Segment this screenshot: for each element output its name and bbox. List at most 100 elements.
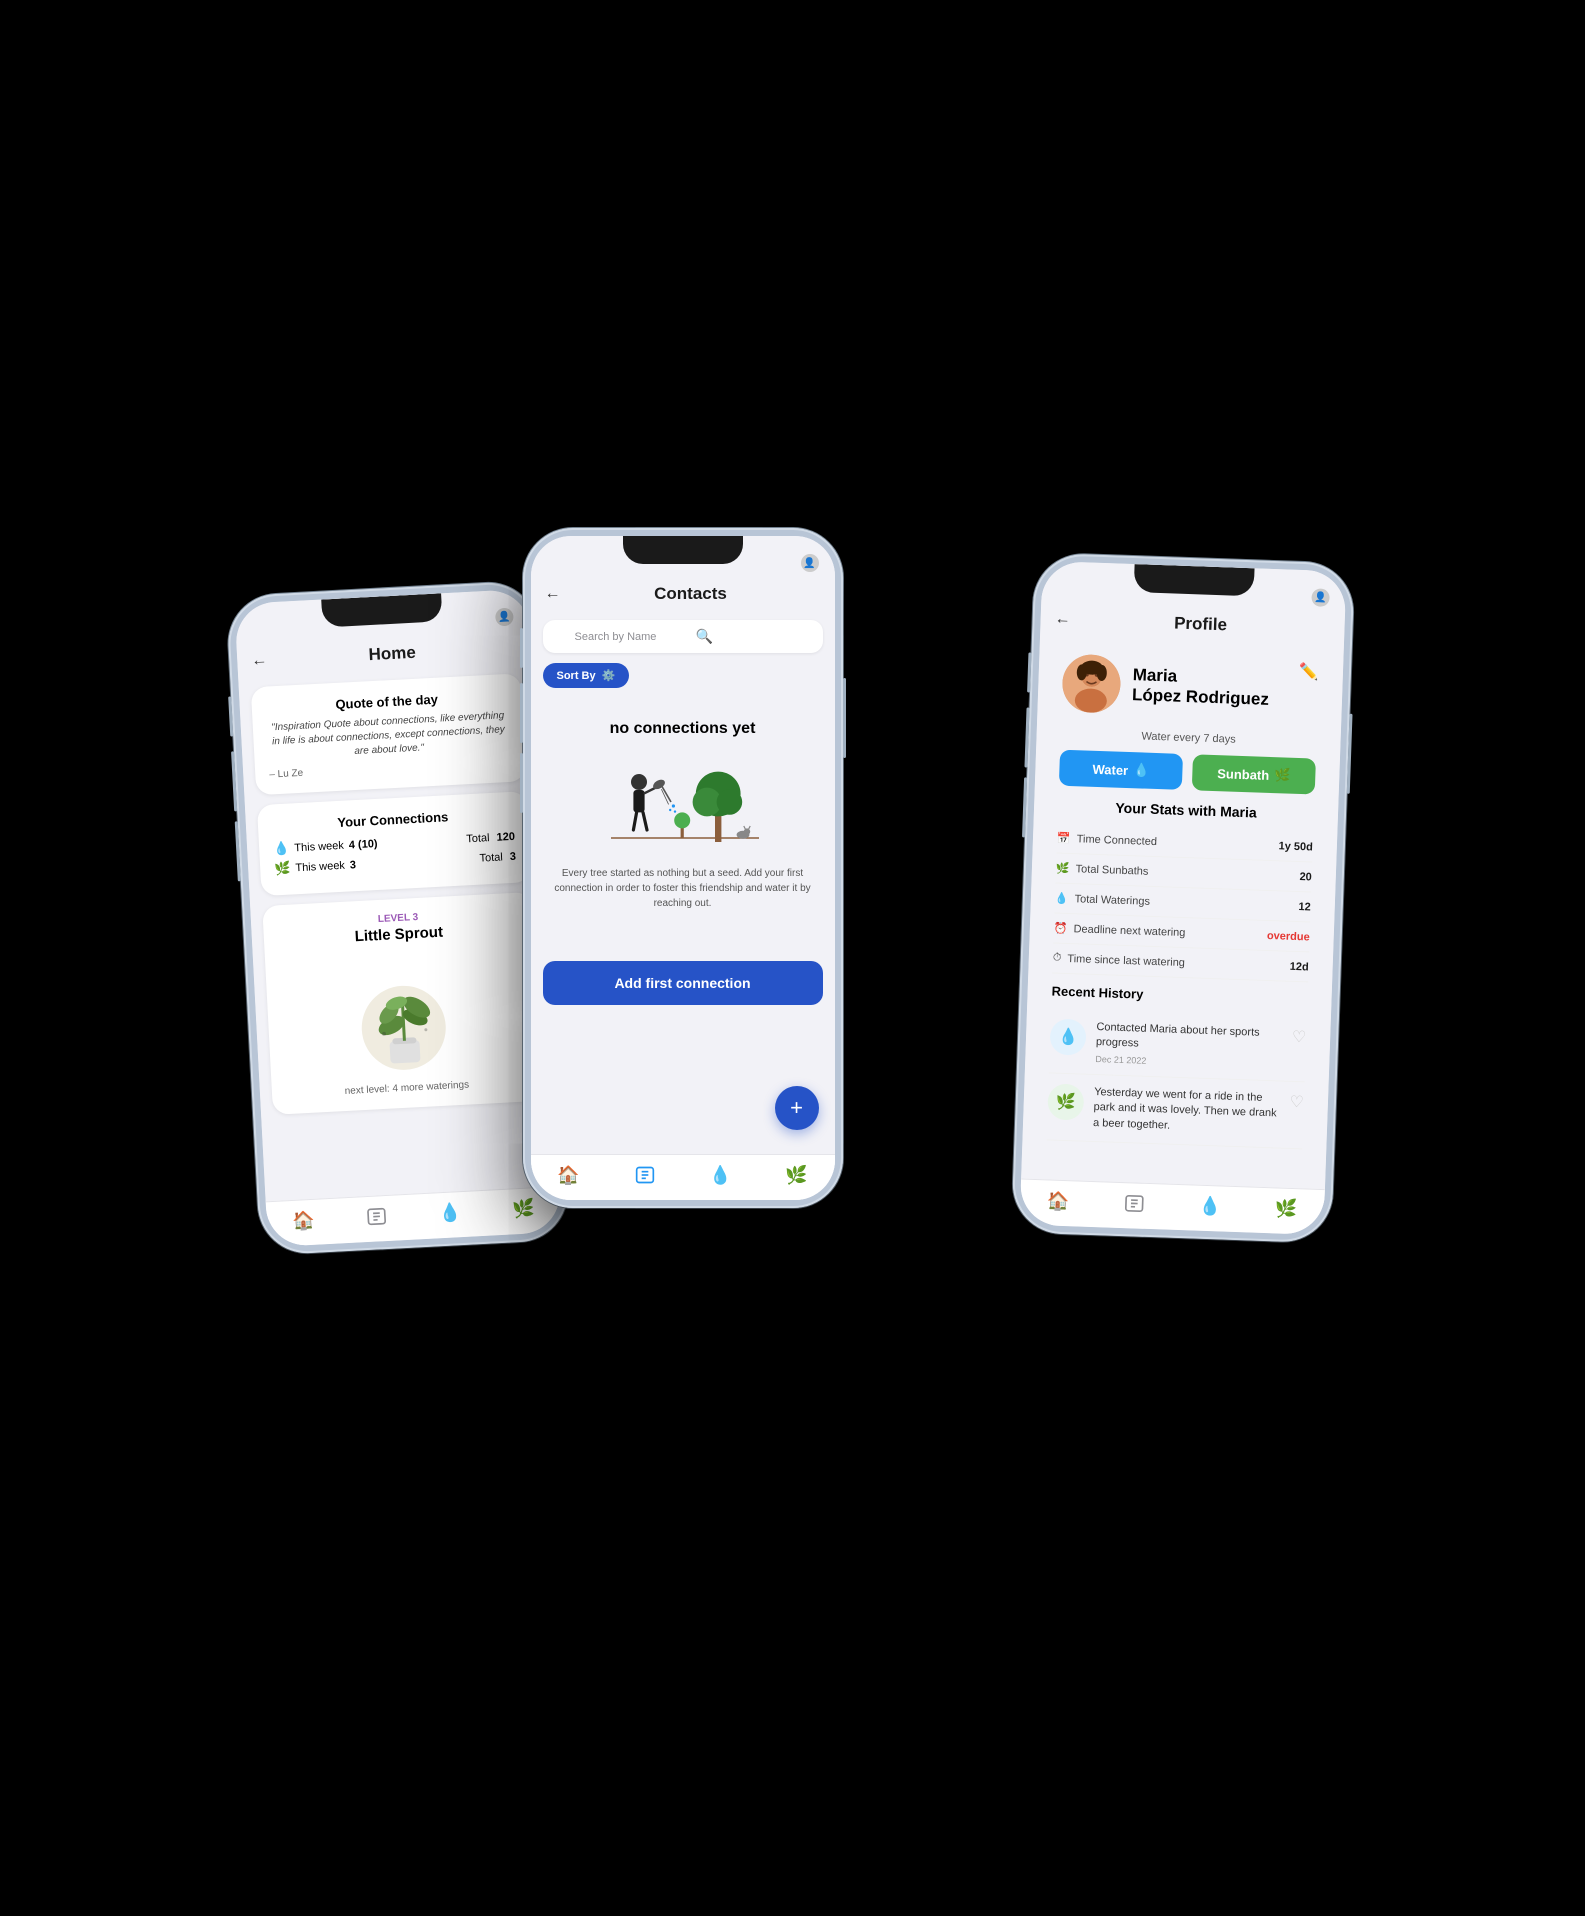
sort-label: Sort By — [557, 670, 596, 682]
history-item-1-heart[interactable]: ♡ — [1291, 1027, 1306, 1047]
contacts-content: Search by Name 🔍 Sort By ⚙️ no connectio… — [531, 612, 835, 1154]
tab-home[interactable]: 🏠 — [266, 1206, 341, 1235]
notch-2 — [623, 536, 743, 564]
connections-heading: Your Connections — [271, 806, 513, 834]
history-item-2-content: Yesterday we went for a ride in the park… — [1092, 1085, 1279, 1138]
empty-text: Every tree started as nothing but a seed… — [553, 866, 813, 911]
water-total: Total 120 — [465, 831, 514, 846]
phone-profile: 👤 ← Profile — [1011, 553, 1355, 1244]
quote-card: Quote of the day "Inspiration Quote abou… — [250, 673, 525, 795]
profile-screen: 👤 ← Profile — [1019, 561, 1346, 1235]
stat-sunbaths-value: 20 — [1299, 871, 1312, 883]
water-btn-icon: 💧 — [1132, 762, 1149, 779]
fab-button[interactable]: + — [775, 1086, 819, 1130]
contacts-title: Contacts — [561, 584, 821, 604]
profile-back-button[interactable]: ← — [1054, 610, 1071, 629]
sunbath-stat-icon: 🌿 — [1055, 862, 1069, 875]
stat-deadline-value: overdue — [1266, 929, 1309, 942]
water-value: 4 (10) — [348, 838, 377, 851]
search-placeholder: Search by Name — [575, 631, 690, 643]
history-water-icon: 💧 — [1049, 1018, 1086, 1055]
edit-icon[interactable]: ✏️ — [1298, 662, 1319, 683]
sunbath-btn-label: Sunbath — [1217, 766, 1269, 783]
history-item-2-text: Yesterday we went for a ride in the park… — [1092, 1085, 1279, 1138]
level-card: Level 3 Little Sprout — [262, 892, 543, 1115]
stat-last-water-value: 12d — [1289, 960, 1308, 973]
avatar — [1061, 654, 1121, 714]
water-icon: 💧 — [272, 841, 289, 858]
timer-icon: ⏱ — [1052, 951, 1061, 964]
profile-name-line2: López Rodriguez — [1131, 685, 1269, 710]
connections-card: Your Connections 💧 This week 4 (10) Tota… — [256, 791, 530, 896]
stat-deadline-label: Deadline next watering — [1073, 923, 1185, 939]
stat-time-label: Time Connected — [1076, 833, 1157, 848]
tab-sun-2[interactable]: 🌿 — [759, 1163, 835, 1188]
profile-icon[interactable]: 👤 — [494, 608, 513, 627]
back-button[interactable]: ← — [250, 651, 267, 670]
history-sun-icon: 🌿 — [1047, 1083, 1084, 1120]
history-item-2-heart[interactable]: ♡ — [1289, 1092, 1304, 1112]
profile-name-container: Maria López Rodriguez — [1131, 665, 1269, 710]
profile-header: Maria López Rodriguez ✏️ — [1049, 645, 1332, 733]
contacts-tab-bar: 🏠 💧 🌿 — [531, 1154, 835, 1200]
quote-text: "Inspiration Quote about connections, li… — [266, 709, 510, 764]
water-label: This week — [294, 840, 344, 855]
profile-content: Maria López Rodriguez ✏️ Water every 7 d… — [1021, 637, 1344, 1189]
profile-title: Profile — [1070, 610, 1331, 639]
menu-icon[interactable] — [555, 635, 569, 639]
sun-icon: 🌿 — [273, 861, 290, 878]
notch-3 — [1133, 564, 1254, 596]
profile-tab-bar: 🏠 💧 🌿 — [1019, 1179, 1324, 1236]
history-item-1-text: Contacted Maria about her sports progres… — [1095, 1020, 1282, 1057]
search-icon[interactable]: 🔍 — [696, 628, 811, 645]
tab-contacts[interactable] — [339, 1203, 414, 1232]
sun-label: This week — [295, 860, 345, 875]
profile-user-icon[interactable]: 👤 — [1311, 588, 1330, 607]
tab-home-3[interactable]: 🏠 — [1019, 1188, 1096, 1216]
empty-state: no connections yet — [543, 700, 823, 951]
stat-waterings-value: 12 — [1298, 901, 1311, 913]
add-connection-button[interactable]: Add first connection — [543, 961, 823, 1005]
search-bar: Search by Name 🔍 — [543, 620, 823, 653]
stats-section: Your Stats with Maria 📅 Time Connected 1… — [1040, 797, 1326, 983]
clock-icon: ⏰ — [1053, 922, 1067, 935]
contacts-profile-icon[interactable]: 👤 — [801, 554, 819, 572]
tab-water[interactable]: 💧 — [412, 1199, 487, 1228]
sun-total: Total 3 — [479, 851, 516, 865]
tab-home-2[interactable]: 🏠 — [531, 1163, 607, 1188]
home-title: Home — [266, 637, 517, 670]
history-item-2: 🌿 Yesterday we went for a ride in the pa… — [1046, 1073, 1304, 1149]
scene: 👤 ← Home Quote of the day "Inspiration Q… — [243, 508, 1343, 1408]
sunbath-btn-icon: 🌿 — [1273, 767, 1290, 784]
tab-water-3[interactable]: 💧 — [1171, 1193, 1248, 1221]
tab-contacts-3[interactable] — [1095, 1190, 1172, 1218]
phone-home: 👤 ← Home Quote of the day "Inspiration Q… — [225, 580, 569, 1255]
water-button[interactable]: Water 💧 — [1058, 750, 1182, 790]
history-heading: Recent History — [1051, 983, 1307, 1007]
water-btn-label: Water — [1092, 761, 1128, 777]
history-section: Recent History 💧 Contacted Maria about h… — [1034, 973, 1320, 1160]
tab-water-2[interactable]: 💧 — [683, 1163, 759, 1188]
plant-illustration — [349, 950, 455, 1075]
stat-last-water-label: Time since last watering — [1067, 953, 1185, 969]
stat-waterings-label: Total Waterings — [1074, 893, 1150, 908]
next-level: next level: 4 more waterings — [285, 1076, 527, 1100]
contacts-nav: ← Contacts — [531, 576, 835, 612]
contacts-screen: 👤 ← Contacts Search by Name 🔍 — [531, 536, 835, 1200]
history-item-1: 💧 Contacted Maria about her sports progr… — [1048, 1008, 1306, 1082]
empty-illustration — [603, 752, 763, 852]
home-screen: 👤 ← Home Quote of the day "Inspiration Q… — [234, 589, 561, 1248]
tab-contacts-2[interactable] — [607, 1163, 683, 1188]
contacts-back-button[interactable]: ← — [545, 585, 561, 603]
sunbath-button[interactable]: Sunbath 🌿 — [1191, 754, 1315, 794]
stat-time-value: 1y 50d — [1278, 840, 1313, 853]
history-item-1-content: Contacted Maria about her sports progres… — [1095, 1020, 1282, 1070]
sort-gear-icon: ⚙️ — [602, 669, 616, 682]
water-stat-icon: 💧 — [1054, 892, 1068, 905]
home-content: Quote of the day "Inspiration Quote abou… — [238, 665, 559, 1202]
calendar-icon: 📅 — [1056, 832, 1070, 845]
sort-button[interactable]: Sort By ⚙️ — [543, 663, 630, 688]
phone-contacts: 👤 ← Contacts Search by Name 🔍 — [523, 528, 843, 1208]
tab-sun-3[interactable]: 🌿 — [1247, 1195, 1324, 1223]
stat-sunbaths-label: Total Sunbaths — [1075, 863, 1148, 878]
